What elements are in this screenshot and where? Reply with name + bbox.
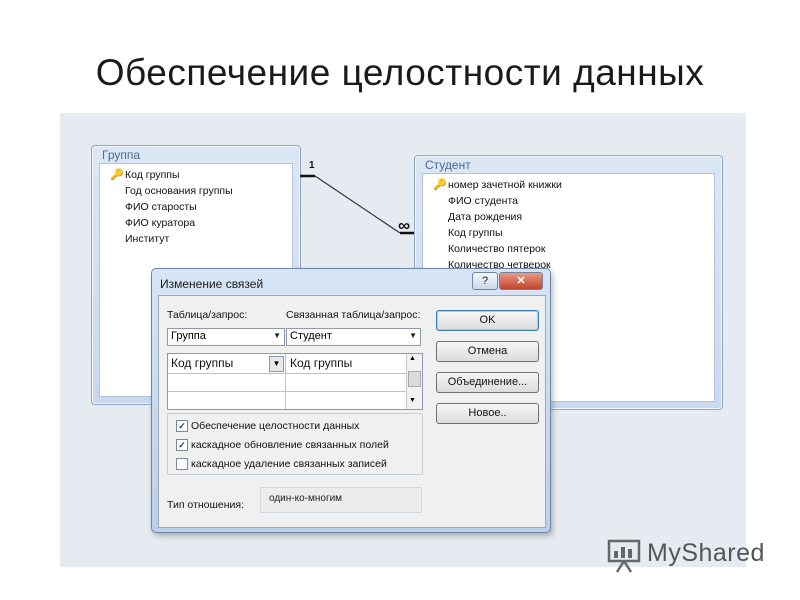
left-field-cell[interactable]: Код группы (171, 356, 233, 370)
one-cardinality-label: 1 (309, 160, 315, 171)
relationship-type-value-box: один-ко-многим (260, 487, 422, 513)
dialog-title: Изменение связей (160, 277, 264, 291)
ok-button[interactable]: OK (436, 310, 539, 331)
relationship-type-label: Тип отношения: (167, 499, 245, 511)
scroll-down-icon[interactable]: ▼ (409, 397, 416, 404)
table-select[interactable]: Группа ▼ (167, 328, 285, 346)
help-button[interactable]: ? (472, 272, 498, 290)
integrity-options-group: ✓ Обеспечение целостности данных ✓ каска… (167, 413, 423, 475)
right-field-cell[interactable]: Код группы (290, 356, 352, 370)
many-cardinality-label: ∞ (398, 216, 411, 235)
watermark-text: MyShared (647, 539, 765, 567)
checkbox-cascade-update[interactable]: ✓ (176, 439, 188, 451)
dropdown-arrow-icon: ▼ (409, 331, 417, 340)
create-new-button[interactable]: Новое.. (436, 403, 539, 424)
related-table-select[interactable]: Студент ▼ (286, 328, 421, 346)
scroll-up-icon[interactable]: ▲ (409, 355, 416, 362)
dropdown-arrow-icon: ▼ (273, 331, 281, 340)
dialog-content: Таблица/запрос: Связанная таблица/запрос… (158, 295, 546, 528)
cancel-button[interactable]: Отмена (436, 341, 539, 362)
presentation-board-icon (607, 539, 641, 573)
checkbox-cascade-delete[interactable] (176, 458, 188, 470)
related-select-value: Студент (290, 330, 332, 342)
checkbox-integrity[interactable]: ✓ (176, 420, 188, 432)
left-field-dropdown-button[interactable]: ▼ (269, 356, 284, 372)
scroll-thumb[interactable] (408, 371, 421, 387)
field-mapping-grid: Код группы ▼ Код группы ▲ ▼ (167, 353, 423, 410)
join-type-button[interactable]: Объединение... (436, 372, 539, 393)
grid-scrollbar[interactable]: ▲ ▼ (406, 354, 422, 409)
checkbox-label: каскадное обновление связанных полей (191, 439, 389, 451)
close-button[interactable]: ✕ (499, 272, 543, 290)
checkbox-label: Обеспечение целостности данных (191, 420, 360, 432)
edit-relationships-dialog: Изменение связей ? ✕ Таблица/запрос: Свя… (151, 268, 551, 533)
table-query-label: Таблица/запрос: (167, 309, 248, 321)
checkbox-label: каскадное удаление связанных записей (191, 458, 387, 470)
watermark-logo: MyShared (607, 537, 767, 577)
table-select-value: Группа (171, 330, 206, 342)
related-table-label: Связанная таблица/запрос: (286, 309, 421, 321)
relationship-type-value: один-ко-многим (269, 493, 343, 504)
